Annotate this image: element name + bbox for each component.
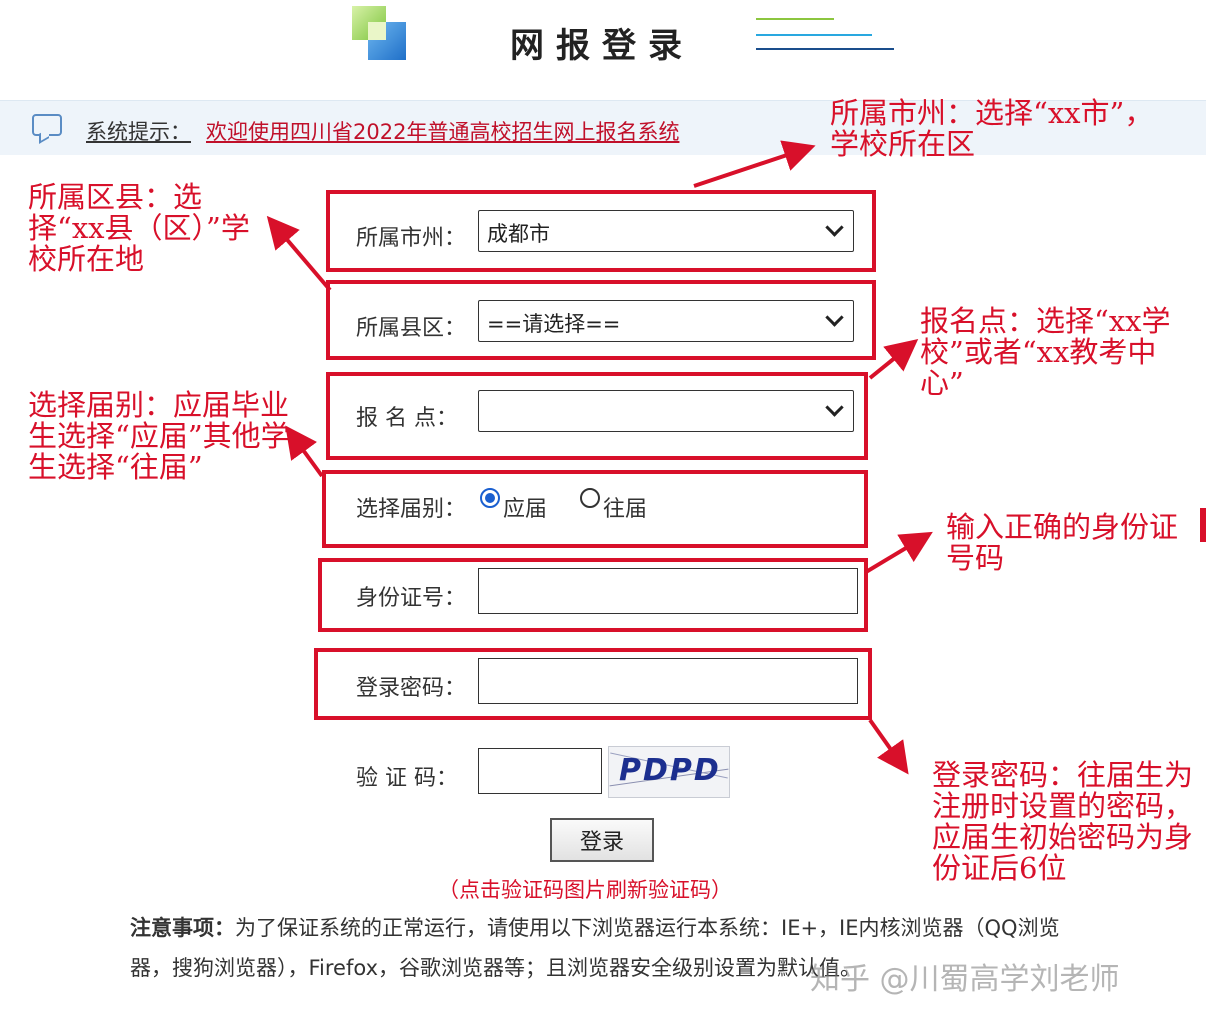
annotation-arrows bbox=[266, 140, 933, 775]
arrow-site bbox=[868, 338, 919, 380]
arrow-password bbox=[868, 718, 909, 775]
arrow-city bbox=[693, 140, 816, 188]
arrow-id-number bbox=[864, 531, 933, 574]
arrow-graduation bbox=[285, 425, 324, 478]
arrow-district bbox=[266, 215, 332, 292]
